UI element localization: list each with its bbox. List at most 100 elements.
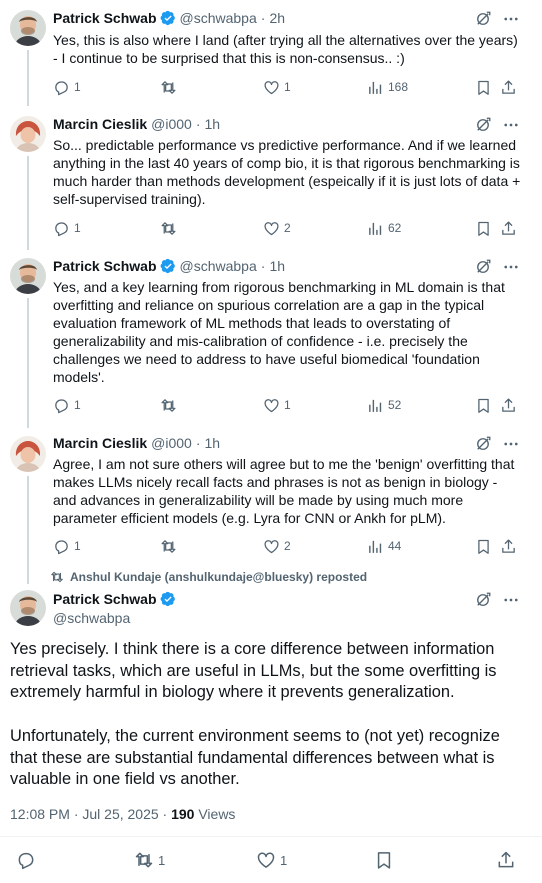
repost-icon — [160, 79, 177, 96]
like-count: 1 — [280, 852, 288, 868]
thread-line — [27, 50, 29, 106]
share-icon — [500, 397, 517, 414]
bookmark-button[interactable] — [475, 397, 492, 414]
more-icon[interactable] — [502, 116, 520, 134]
author-name[interactable]: Marcin Cieslik — [53, 435, 147, 451]
post-header: Marcin Cieslik @i000 · 1h — [53, 433, 532, 453]
reply-button[interactable] — [16, 850, 40, 870]
more-icon[interactable] — [502, 10, 520, 28]
share-icon — [496, 850, 516, 870]
avatar[interactable] — [10, 258, 46, 294]
author-name[interactable]: Patrick Schwab — [53, 258, 157, 274]
views-icon — [367, 79, 384, 96]
share-button[interactable] — [500, 538, 517, 555]
post-time[interactable]: 1h — [205, 435, 221, 451]
views-button[interactable]: 168 — [367, 79, 408, 96]
views-button[interactable]: 62 — [367, 220, 401, 237]
views-count: 190 — [171, 806, 195, 822]
like-icon — [263, 79, 280, 96]
repost-button[interactable] — [160, 397, 181, 414]
avatar[interactable] — [10, 116, 46, 152]
views-icon — [367, 397, 384, 414]
author-name[interactable]: Patrick Schwab — [53, 591, 157, 607]
author-handle[interactable]: @i000 — [151, 435, 192, 451]
repost-icon — [134, 850, 154, 870]
views-label: Views — [194, 806, 236, 822]
grok-icon[interactable] — [474, 10, 492, 28]
share-button[interactable] — [500, 79, 517, 96]
header-icons — [474, 258, 520, 276]
post-text: Yes, this is also where I land (after tr… — [53, 32, 518, 66]
separator-dot: · — [260, 10, 266, 26]
separator-dot: · — [195, 435, 201, 451]
separator-dot: · — [260, 258, 266, 274]
main-post-paragraph-1: Yes precisely. I think there is a core d… — [10, 640, 497, 702]
share-button[interactable] — [496, 850, 516, 870]
reply-button[interactable]: 1 — [53, 397, 81, 414]
post-text: So... predictable performance vs predict… — [53, 137, 521, 207]
thread-line — [27, 476, 29, 584]
like-button[interactable]: 1 — [256, 850, 287, 870]
verified-badge-icon — [160, 10, 176, 26]
repost-button[interactable] — [160, 220, 181, 237]
more-icon[interactable] — [502, 435, 520, 453]
repost-button[interactable] — [160, 79, 181, 96]
like-button[interactable]: 2 — [263, 220, 291, 237]
share-icon — [500, 220, 517, 237]
author-handle[interactable]: @schwabpa — [180, 10, 257, 26]
main-header-icons — [474, 591, 520, 609]
author-name[interactable]: Patrick Schwab — [53, 10, 157, 26]
thread-line — [27, 156, 29, 250]
like-icon — [256, 850, 276, 870]
views-count: 44 — [388, 539, 402, 553]
author-name[interactable]: Marcin Cieslik — [53, 116, 147, 132]
author-handle[interactable]: @schwabpa — [180, 258, 257, 274]
post-time[interactable]: 1h — [269, 258, 285, 274]
repost-icon — [50, 570, 64, 584]
views-button[interactable]: 52 — [367, 397, 401, 414]
grok-icon[interactable] — [474, 116, 492, 134]
share-icon — [500, 79, 517, 96]
bookmark-button[interactable] — [475, 79, 492, 96]
like-button[interactable]: 1 — [263, 79, 291, 96]
grok-icon[interactable] — [474, 258, 492, 276]
repost-button[interactable] — [160, 538, 181, 555]
more-icon[interactable] — [502, 258, 520, 276]
post-timestamp[interactable]: 12:08 PM · Jul 25, 2025 · — [10, 806, 171, 822]
main-post-paragraph-2: Unfortunately, the current environment s… — [10, 727, 500, 789]
more-icon[interactable] — [502, 591, 520, 609]
reply-button[interactable]: 1 — [53, 79, 81, 96]
grok-icon[interactable] — [474, 591, 492, 609]
post-text: Yes, and a key learning from rigorous be… — [53, 279, 505, 385]
avatar[interactable] — [10, 436, 46, 472]
bookmark-button[interactable] — [475, 538, 492, 555]
bookmark-button[interactable] — [475, 220, 492, 237]
bookmark-icon — [475, 538, 492, 555]
action-bar: 1 1 52 — [53, 395, 519, 415]
author-handle[interactable]: @schwabpa — [53, 610, 130, 626]
grok-icon[interactable] — [474, 435, 492, 453]
like-count: 2 — [284, 539, 291, 553]
reply-icon — [53, 79, 70, 96]
reply-button[interactable]: 1 — [53, 220, 81, 237]
views-count: 62 — [388, 221, 402, 235]
avatar[interactable] — [10, 10, 46, 46]
bookmark-button[interactable] — [374, 850, 394, 870]
views-icon — [367, 538, 384, 555]
reply-button[interactable]: 1 — [53, 538, 81, 555]
repost-button[interactable]: 1 — [134, 850, 165, 870]
main-avatar[interactable] — [10, 590, 46, 626]
share-button[interactable] — [500, 397, 517, 414]
like-button[interactable]: 1 — [263, 397, 291, 414]
views-button[interactable]: 44 — [367, 538, 401, 555]
author-handle[interactable]: @i000 — [151, 116, 192, 132]
reposted-by-line[interactable]: Anshul Kundaje (anshulkundaje@bluesky) r… — [50, 570, 367, 584]
like-icon — [263, 397, 280, 414]
reply-count: 1 — [74, 539, 81, 553]
post-time[interactable]: 1h — [205, 116, 221, 132]
header-icons — [474, 10, 520, 28]
action-bar: 1 2 62 — [53, 218, 519, 238]
post-time[interactable]: 2h — [269, 10, 285, 26]
share-button[interactable] — [500, 220, 517, 237]
like-button[interactable]: 2 — [263, 538, 291, 555]
